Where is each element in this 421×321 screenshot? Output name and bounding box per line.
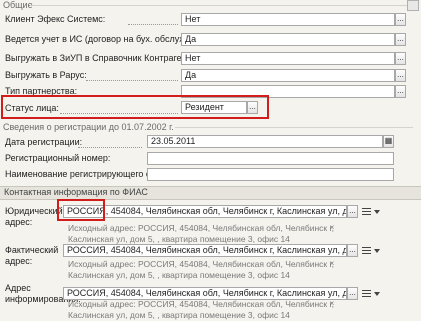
highlight-frame-country <box>57 199 105 221</box>
section-divider <box>175 127 413 128</box>
actual-address-hint-line2: Каслинская ул, дом 5, , квартира помещен… <box>68 270 290 280</box>
select-ellipsis-icon[interactable]: ... <box>347 205 358 218</box>
label-export-ziup: Выгружать в ЗиУП в Справочник Контрагент… <box>5 53 200 63</box>
section-general-title: Общие <box>3 0 33 10</box>
legal-address-hint-line1: Исходный адрес: РОССИЯ, 454084, Челябинс… <box>68 223 334 233</box>
legal-address-label: Юридический адрес: <box>5 206 63 228</box>
notify-address-label-line1: Адрес <box>5 283 31 293</box>
select-ellipsis-icon[interactable]: ... <box>395 69 406 82</box>
actual-address-label-line1: Фактический <box>5 245 59 255</box>
clear-icon[interactable]: × <box>327 223 337 233</box>
actual-address-hint: Исходный адрес: РОССИЯ, 454084, Челябинс… <box>68 259 334 281</box>
select-ellipsis-icon[interactable]: ... <box>395 33 406 46</box>
accounting-in-is-field[interactable]: Да <box>181 33 395 46</box>
notify-address-hint: Исходный адрес: РОССИЯ, 454084, Челябинс… <box>68 299 334 321</box>
legal-address-label-line2: адрес: <box>5 217 33 227</box>
client-efex-field[interactable]: Нет <box>181 13 395 26</box>
clear-icon[interactable]: × <box>327 299 337 309</box>
registration-authority-field[interactable] <box>147 168 394 181</box>
registration-number-field[interactable] <box>147 152 394 165</box>
dropdown-arrow-icon[interactable] <box>374 292 380 296</box>
actual-address-label-line2: адрес: <box>5 256 33 266</box>
label-registration-date: Дата регистрации: <box>5 137 83 147</box>
scroll-indicator-icon[interactable] <box>407 0 419 11</box>
select-ellipsis-icon[interactable]: ... <box>395 13 406 26</box>
legal-address-hint: Исходный адрес: РОССИЯ, 454084, Челябинс… <box>68 223 334 245</box>
select-ellipsis-icon[interactable]: ... <box>347 287 358 300</box>
export-rarus-field[interactable]: Да <box>181 69 395 82</box>
label-client-efex: Клиент Эфекс Системс: <box>5 14 106 24</box>
highlight-frame-status <box>1 95 269 119</box>
select-ellipsis-icon[interactable]: ... <box>395 52 406 65</box>
select-ellipsis-icon[interactable]: ... <box>347 244 358 257</box>
registration-date-field[interactable]: 23.05.2011 <box>147 135 383 148</box>
dropdown-arrow-icon[interactable] <box>374 249 380 253</box>
clear-icon[interactable]: × <box>327 259 337 269</box>
legal-address-label-line1: Юридический <box>5 206 63 216</box>
section-divider <box>30 5 407 6</box>
select-ellipsis-icon[interactable]: ... <box>395 85 406 98</box>
label-leader <box>128 24 178 25</box>
menu-icon[interactable] <box>362 290 371 297</box>
actual-address-hint-line1: Исходный адрес: РОССИЯ, 454084, Челябинс… <box>68 259 334 269</box>
export-ziup-field[interactable]: Нет <box>181 52 395 65</box>
label-leader <box>78 147 142 148</box>
legal-address-field[interactable]: РОССИЯ, 454084, Челябинская обл, Челябин… <box>63 205 347 218</box>
dropdown-arrow-icon[interactable] <box>374 210 380 214</box>
actual-address-field[interactable]: РОССИЯ, 454084, Челябинская обл, Челябин… <box>63 244 347 257</box>
section-contact-title: Контактная информация по ФИАС <box>4 187 148 197</box>
label-export-rarus: Выгружать в Рарус: <box>5 70 87 80</box>
notify-address-hint-line1: Исходный адрес: РОССИЯ, 454084, Челябинс… <box>68 299 334 309</box>
legal-address-hint-line2: Каслинская ул, дом 5, , квартира помещен… <box>68 234 290 244</box>
section-registration-title: Сведения о регистрации до 01.07.2002 г. <box>3 122 174 132</box>
notify-address-hint-line2: Каслинская ул, дом 5, , квартира помещен… <box>68 310 290 320</box>
menu-icon[interactable] <box>362 208 371 215</box>
label-registration-number: Регистрационный номер: <box>5 153 111 163</box>
calendar-icon[interactable]: ▦ <box>383 135 394 148</box>
actual-address-label: Фактический адрес: <box>5 245 58 267</box>
menu-icon[interactable] <box>362 247 371 254</box>
label-leader <box>86 80 178 81</box>
